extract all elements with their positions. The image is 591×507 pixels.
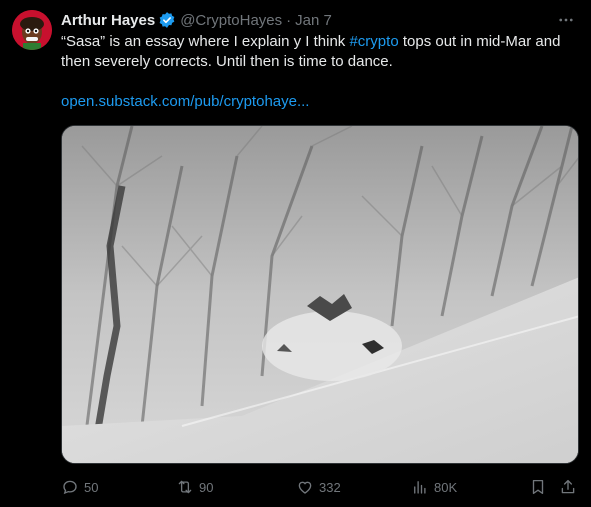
hashtag-link[interactable]: #crypto <box>349 33 398 50</box>
external-link[interactable]: open.substack.com/pub/cryptohaye... <box>61 92 309 112</box>
tweet-header: Arthur Hayes @CryptoHayes · Jan 7 <box>61 10 332 30</box>
views-count: 80K <box>434 479 458 495</box>
avatar[interactable] <box>12 10 52 50</box>
tweet-text-line-2: then severely corrects. Until then is ti… <box>61 53 393 70</box>
tweet-date[interactable]: Jan 7 <box>295 12 332 29</box>
views-icon <box>414 481 426 494</box>
like-icon <box>298 481 312 494</box>
share-button[interactable] <box>559 476 577 498</box>
like-button[interactable]: 332 <box>296 476 341 498</box>
reply-count: 50 <box>84 479 99 495</box>
author-name[interactable]: Arthur Hayes <box>61 12 155 29</box>
views-button[interactable]: 80K <box>411 476 457 498</box>
tweet-text: “Sasa” is an essay where I explain y I t… <box>61 32 581 72</box>
repost-count: 90 <box>199 479 214 495</box>
separator-dot: · <box>286 11 292 29</box>
action-bar: 50 90 332 80K <box>61 476 579 498</box>
repost-button[interactable]: 90 <box>176 476 213 498</box>
share-icon <box>561 479 575 494</box>
bookmark-button[interactable] <box>529 476 547 498</box>
more-icon[interactable] <box>555 10 577 30</box>
author-handle[interactable]: @CryptoHayes <box>180 12 282 29</box>
like-count: 332 <box>319 479 341 495</box>
tweet-photo[interactable] <box>61 125 579 464</box>
tweet-text-line-1: “Sasa” is an essay where I explain y I t… <box>61 32 581 52</box>
bookmark-icon <box>532 479 544 495</box>
reply-button[interactable]: 50 <box>61 476 98 498</box>
tweet-text-segment: tops out in mid-Mar and <box>398 33 561 50</box>
verified-badge-icon <box>158 11 176 29</box>
tweet-text-segment: “Sasa” is an essay where I explain y I t… <box>61 33 350 50</box>
reply-icon <box>63 480 77 495</box>
tweet: Arthur Hayes @CryptoHayes · Jan 7 “Sasa”… <box>0 0 591 507</box>
repost-icon <box>178 480 192 494</box>
